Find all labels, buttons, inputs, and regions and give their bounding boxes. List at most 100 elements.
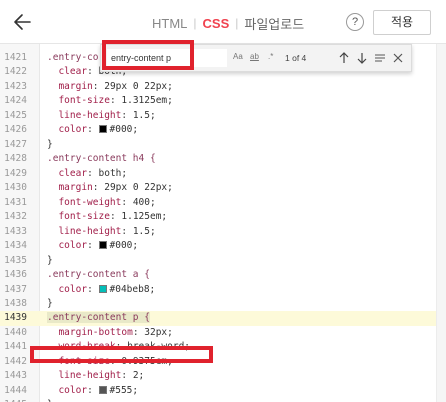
- code-text: }: [47, 398, 53, 402]
- line-number: 1438: [4, 297, 27, 309]
- css-selector: .entry-content a {: [47, 269, 150, 281]
- css-property: color: [58, 384, 88, 396]
- code-line[interactable]: 1431 font-weight: 400;: [0, 196, 436, 210]
- code-line[interactable]: 1440 margin-bottom: 32px;: [0, 326, 436, 340]
- code-text: margin-bottom: 32px;: [58, 326, 173, 338]
- next-match-icon[interactable]: [355, 50, 369, 66]
- css-value: both;: [98, 167, 128, 179]
- apply-button[interactable]: 적용: [373, 10, 431, 35]
- vertical-scrollbar[interactable]: [436, 44, 446, 402]
- code-line[interactable]: 1438}: [0, 297, 436, 311]
- css-selector: .entry-content p {: [47, 312, 150, 324]
- code-text: .entry-content h4 {: [47, 152, 156, 166]
- match-count: 1 of 4: [285, 53, 307, 63]
- code-text: font-size: 1.3125em;: [58, 95, 173, 107]
- editor-tabs: HTML | CSS | 파일업로드: [152, 14, 304, 32]
- code-line[interactable]: 1439 .entry-content p {: [0, 311, 436, 326]
- find-in-selection-icon[interactable]: [373, 50, 387, 66]
- code-line[interactable]: 1423 margin: 29px 0 22px;: [0, 80, 436, 94]
- css-selector: .entry-content h4 {: [47, 153, 156, 165]
- line-number: 1445: [0, 398, 27, 402]
- whole-word-option[interactable]: ab: [250, 52, 259, 61]
- code-line[interactable]: 1441 word-break: break-word;: [0, 340, 436, 354]
- tab-html[interactable]: HTML: [152, 16, 187, 31]
- line-number: 1423: [4, 80, 27, 92]
- code-line[interactable]: 1442 font-size: 0.9375em;: [0, 355, 436, 369]
- code-line[interactable]: 1433 line-height: 1.5;: [0, 225, 436, 239]
- closing-brace: }: [47, 254, 53, 266]
- css-value: #000;: [109, 124, 139, 136]
- css-value: 400;: [132, 196, 156, 208]
- tab-css[interactable]: CSS: [203, 16, 230, 31]
- regex-option[interactable]: .*: [268, 52, 273, 61]
- css-value: 29px 0 22px;: [104, 182, 173, 194]
- color-swatch[interactable]: [98, 385, 107, 394]
- color-swatch[interactable]: [98, 241, 107, 250]
- code-line[interactable]: 1444 color: #555;: [0, 384, 436, 398]
- search-input[interactable]: [107, 49, 227, 67]
- code-text: color: #555;: [58, 384, 139, 396]
- back-arrow-icon[interactable]: [10, 10, 36, 34]
- help-button[interactable]: ?: [346, 13, 364, 31]
- css-value: 1.125em;: [121, 211, 168, 223]
- code-text: }: [47, 254, 53, 268]
- line-number: 1439: [4, 312, 27, 324]
- code-text: }: [47, 297, 53, 311]
- code-text: .entry-co: [47, 51, 98, 65]
- code-line[interactable]: 1436 .entry-content a {: [0, 268, 436, 282]
- line-number: 1444: [4, 384, 27, 396]
- line-number: 1436: [4, 269, 27, 281]
- code-line[interactable]: 1435}: [0, 254, 436, 268]
- color-swatch[interactable]: [98, 284, 107, 293]
- code-line[interactable]: 1445}: [0, 398, 436, 402]
- code-line[interactable]: 1432 font-size: 1.125em;: [0, 210, 436, 224]
- code-line[interactable]: 1434 color: #000;: [0, 239, 436, 253]
- code-editor[interactable]: 1421 .entry-co 1422 clear: both; 1423 margi…: [0, 44, 446, 402]
- code-line[interactable]: 1437 color: #04beb8;: [0, 283, 436, 297]
- code-text: line-height: 2;: [58, 370, 145, 382]
- code-text: color: #000;: [58, 124, 139, 136]
- css-value: break-word;: [127, 341, 191, 353]
- code-text: color: #000;: [58, 240, 139, 252]
- code-line[interactable]: 1427}: [0, 138, 436, 152]
- code-text: word-break: break-word;: [58, 341, 191, 353]
- css-property: font-size: [58, 355, 110, 367]
- code-text: .entry-content a {: [47, 268, 150, 282]
- line-number: 1427: [4, 138, 27, 150]
- code-line[interactable]: 1426 color: #000;: [0, 123, 436, 137]
- css-property: margin: [58, 80, 93, 92]
- line-number: 1425: [4, 109, 27, 121]
- css-property: font-size: [58, 211, 110, 223]
- css-property: margin-bottom: [58, 326, 133, 338]
- css-property: word-break: [58, 341, 116, 353]
- color-swatch[interactable]: [98, 125, 107, 134]
- css-selector: .entry-co: [47, 52, 99, 63]
- css-property: margin: [58, 182, 93, 194]
- code-line[interactable]: 1425 line-height: 1.5;: [0, 109, 436, 123]
- css-property: line-height: [58, 109, 122, 121]
- close-icon[interactable]: [391, 50, 405, 66]
- code-text: line-height: 1.5;: [58, 225, 156, 237]
- code-line[interactable]: 1429 clear: both;: [0, 167, 436, 181]
- line-number: 1429: [4, 167, 27, 179]
- line-number: 1442: [4, 355, 27, 367]
- tab-divider: |: [193, 16, 197, 30]
- css-property: line-height: [58, 225, 122, 237]
- line-number: 1433: [4, 225, 27, 237]
- code-text: font-weight: 400;: [58, 196, 156, 208]
- line-number: 1441: [4, 341, 27, 353]
- code-line[interactable]: 1430 margin: 29px 0 22px;: [0, 181, 436, 195]
- file-upload-tab[interactable]: 파일업로드: [244, 14, 304, 33]
- match-case-option[interactable]: Aa: [233, 52, 243, 61]
- css-value: 32px;: [144, 326, 173, 338]
- code-text: margin: 29px 0 22px;: [58, 182, 173, 194]
- code-line[interactable]: 1443 line-height: 2;: [0, 369, 436, 383]
- closing-brace: }: [47, 138, 53, 150]
- css-value: 1.5;: [132, 225, 156, 237]
- css-value: 1.5;: [132, 109, 156, 121]
- css-property: clear: [58, 66, 88, 78]
- line-number: 1435: [4, 254, 27, 266]
- code-line[interactable]: 1424 font-size: 1.3125em;: [0, 94, 436, 108]
- code-line[interactable]: 1428 .entry-content h4 {: [0, 152, 436, 166]
- previous-match-icon[interactable]: [337, 50, 351, 66]
